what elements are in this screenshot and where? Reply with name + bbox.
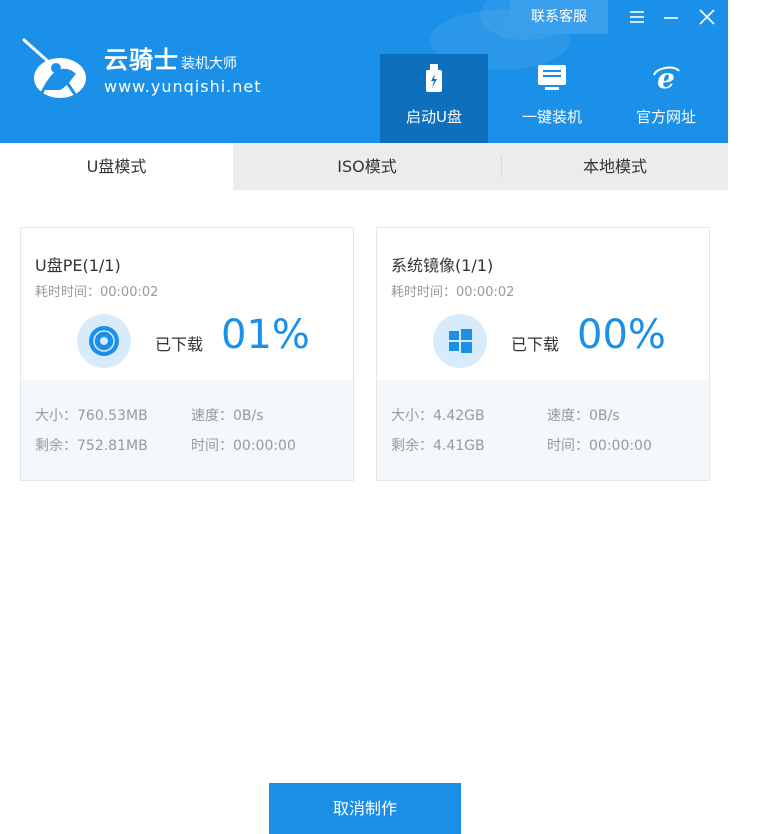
remaining-stat: 剩余：4.41GB <box>391 438 485 454</box>
card-title: 系统镜像(1/1) <box>391 256 494 275</box>
knight-logo-icon <box>20 38 96 100</box>
downloaded-label: 已下载 <box>155 335 204 354</box>
ie-browser-icon: e <box>612 60 720 96</box>
minimize-icon[interactable] <box>658 4 684 30</box>
nav-one-click-install[interactable]: 一键装机 <box>498 54 606 143</box>
tab-usb-mode[interactable]: U盘模式 <box>0 143 233 190</box>
elapsed-time: 耗时时间：00:00:02 <box>391 285 515 300</box>
card-stats: 大小：4.42GB 速度：0B/s 剩余：4.41GB 时间：00:00:00 <box>377 380 709 480</box>
brand-url: www.yunqishi.net <box>104 77 262 96</box>
cancel-creation-button[interactable]: 取消制作 <box>269 783 461 834</box>
contact-service-button[interactable]: 联系客服 <box>510 0 608 34</box>
time-stat: 时间：00:00:00 <box>191 438 296 454</box>
elapsed-time: 耗时时间：00:00:02 <box>35 285 159 300</box>
download-percent: 01% <box>221 312 310 358</box>
size-stat: 大小：4.42GB <box>391 408 485 424</box>
tab-local-mode[interactable]: 本地模式 <box>502 143 728 190</box>
time-stat: 时间：00:00:00 <box>547 438 652 454</box>
download-percent: 00% <box>577 312 666 358</box>
windows-logo-icon <box>433 314 487 368</box>
brand-text: 云骑士 装机大师 www.yunqishi.net <box>104 40 262 96</box>
brand-name: 云骑士 <box>104 46 179 74</box>
header-bar: 云骑士 装机大师 www.yunqishi.net 联系客服 启动U盘 一键装机… <box>0 0 728 143</box>
download-card-usb-pe: U盘PE(1/1) 耗时时间：00:00:02 已下载 01% 大小：760.5… <box>20 227 354 481</box>
card-title: U盘PE(1/1) <box>35 256 121 275</box>
disc-icon <box>77 314 131 368</box>
usb-drive-icon <box>380 60 488 96</box>
mode-tab-bar: U盘模式 ISO模式 本地模式 <box>0 143 728 190</box>
nav-usb-boot[interactable]: 启动U盘 <box>380 54 488 143</box>
speed-stat: 速度：0B/s <box>191 408 264 424</box>
app-window: 云骑士 装机大师 www.yunqishi.net 联系客服 启动U盘 一键装机… <box>0 0 728 834</box>
nav-label: 一键装机 <box>521 108 582 126</box>
size-stat: 大小：760.53MB <box>35 408 148 424</box>
nav-label: 启动U盘 <box>406 108 462 126</box>
remaining-stat: 剩余：752.81MB <box>35 438 148 454</box>
download-card-system-image: 系统镜像(1/1) 耗时时间：00:00:02 已下载 00% 大小：4.42G… <box>376 227 710 481</box>
nav-official-site[interactable]: e 官方网址 <box>612 54 720 143</box>
card-stats: 大小：760.53MB 速度：0B/s 剩余：752.81MB 时间：00:00… <box>21 380 353 480</box>
downloaded-label: 已下载 <box>511 335 560 354</box>
monitor-icon <box>498 60 606 96</box>
menu-icon[interactable] <box>624 4 650 30</box>
nav-label: 官方网址 <box>635 108 696 126</box>
speed-stat: 速度：0B/s <box>547 408 620 424</box>
close-icon[interactable] <box>694 4 720 30</box>
tab-iso-mode[interactable]: ISO模式 <box>233 143 501 190</box>
brand-subtitle: 装机大师 <box>181 56 237 72</box>
